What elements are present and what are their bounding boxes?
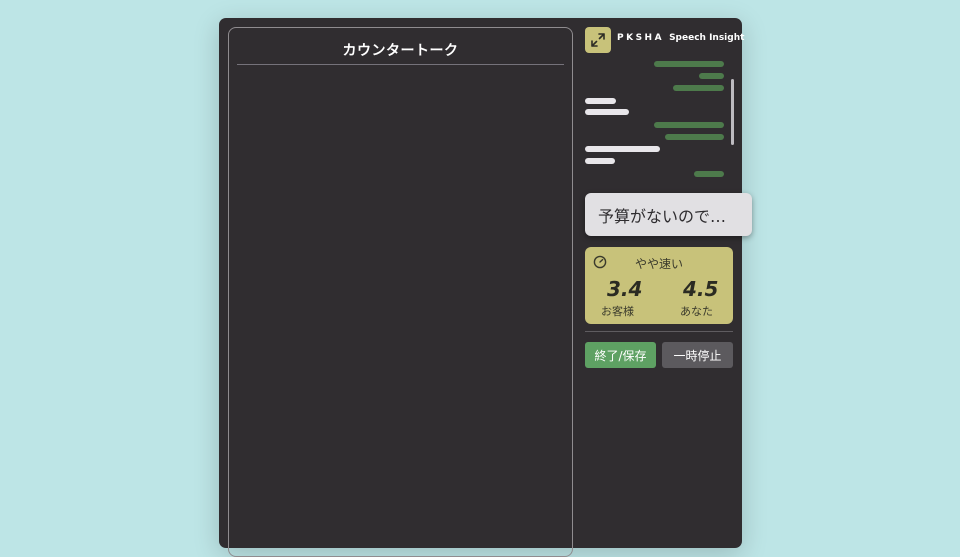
transcript-line-agent: [665, 134, 724, 140]
transcript-line-customer: [585, 146, 660, 152]
counter-talk-body: [237, 68, 564, 556]
transcript-line-agent: [654, 61, 724, 67]
counter-talk-title: カウンタートーク: [342, 43, 459, 59]
transcript-scrollbar[interactable]: [731, 79, 734, 145]
your-speed-label: あなた: [680, 305, 713, 318]
right-divider: [585, 331, 733, 332]
app-window: カウンタートーク PKSHA Speech Insight 予算がないので… やや…: [219, 18, 752, 557]
transcript-preview: [585, 58, 735, 180]
transcript-line-customer: [585, 98, 616, 104]
expand-button[interactable]: [585, 27, 611, 53]
customer-speed-value: 3.4: [607, 277, 643, 301]
brand-product: Speech Insight: [669, 33, 745, 43]
suggestion-bubble[interactable]: 予算がないので…: [585, 193, 752, 236]
customer-speed-label: お客様: [601, 305, 634, 318]
speed-status-label: やや速い: [634, 257, 683, 271]
pause-button[interactable]: 一時停止: [662, 342, 733, 368]
your-speed-value: 4.5: [683, 277, 719, 301]
end-save-button[interactable]: 終了/保存: [585, 342, 656, 368]
transcript-line-agent: [694, 171, 724, 177]
counter-talk-panel: カウンタートーク: [228, 27, 573, 557]
transcript-line-agent: [673, 85, 724, 91]
transcript-line-customer: [585, 158, 615, 164]
speech-speed-card: やや速い 3.4 4.5 お客様 あなた: [585, 247, 733, 324]
brand-logo: PKSHA Speech Insight: [617, 33, 744, 43]
brand-mark: PKSHA: [617, 33, 665, 43]
transcript-line-agent: [699, 73, 724, 79]
expand-arrows-icon: [591, 33, 605, 47]
transcript-line-agent: [654, 122, 724, 128]
counter-talk-divider: [237, 64, 564, 65]
transcript-line-customer: [585, 109, 629, 115]
